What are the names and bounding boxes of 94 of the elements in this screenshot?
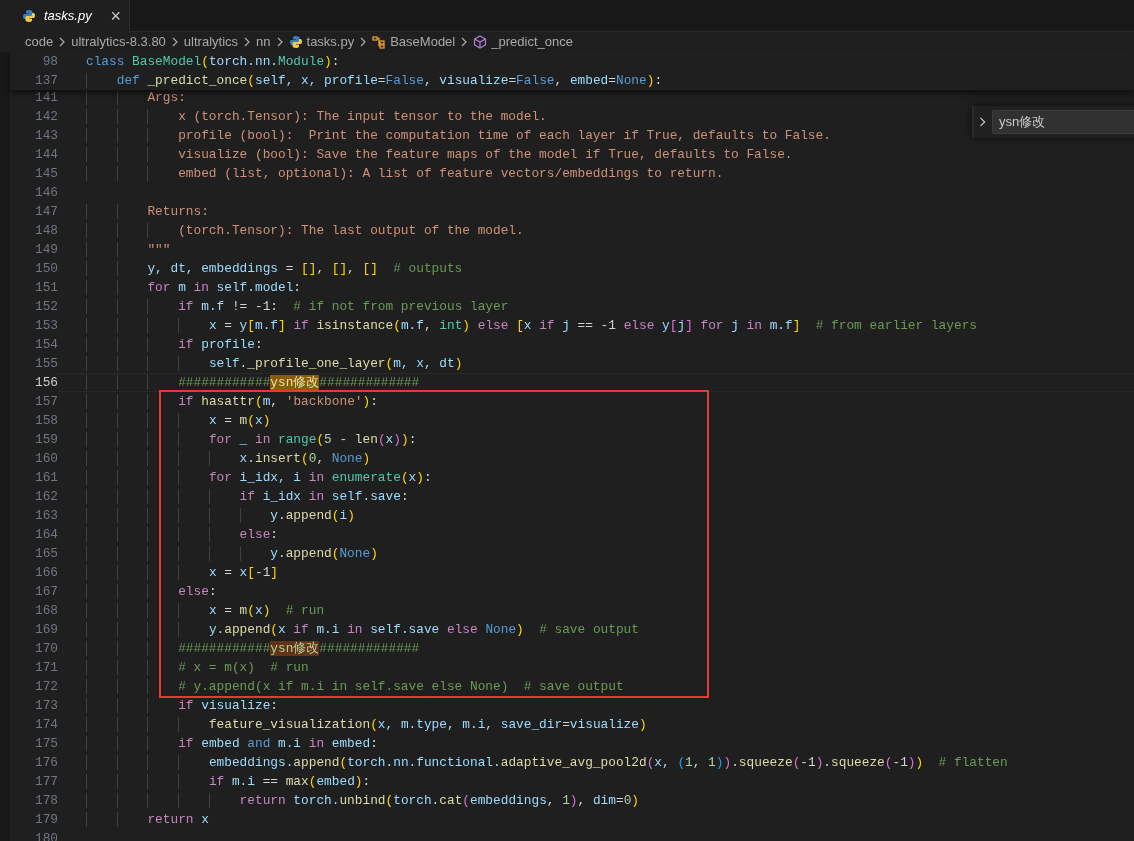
line-number: 153 xyxy=(33,317,58,335)
breadcrumb-item[interactable]: nn xyxy=(256,32,271,52)
code-line: y.append(None) xyxy=(86,546,378,561)
close-button[interactable]: × xyxy=(110,7,121,25)
line-number: 98 xyxy=(41,53,58,71)
line-number: 154 xyxy=(33,336,58,354)
line-number: 166 xyxy=(33,564,58,582)
line-number: 150 xyxy=(33,260,58,278)
code-line: embeddings.append(torch.nn.functional.adaptive_avg_pool2d(x, (1, 1)).squeeze(-1).squeeze(-1)) # flatten xyxy=(86,755,1008,770)
line-number: 162 xyxy=(33,488,58,506)
breadcrumb-item[interactable]: _predict_once xyxy=(491,32,573,52)
line-number: 170 xyxy=(33,640,58,658)
line-number: 179 xyxy=(33,811,58,829)
line-number: 172 xyxy=(33,678,58,696)
method-icon xyxy=(473,35,488,49)
line-number: 155 xyxy=(33,355,58,373)
breadcrumb-item[interactable]: code xyxy=(25,32,54,52)
code-line: return x xyxy=(86,812,209,827)
line-number: 158 xyxy=(33,412,58,430)
code-line: self._profile_one_layer(m, x, dt) xyxy=(86,356,463,371)
line-number: 177 xyxy=(33,773,58,791)
line-number: 149 xyxy=(33,241,58,259)
code-line: if m.i == max(embed): xyxy=(86,774,371,789)
line-number: 161 xyxy=(33,469,58,487)
code-line: class BaseModel(torch.nn.Module): xyxy=(86,54,340,69)
code-line: if i_idx in self.save: xyxy=(86,489,409,504)
code-line: (torch.Tensor): The last output of the model. xyxy=(86,223,524,238)
code-line: x = x[-1] xyxy=(86,565,278,580)
code-line: else: xyxy=(86,527,278,542)
python-icon xyxy=(22,9,36,23)
code-line: return torch.unbind(torch.cat(embeddings, 1), dim=0) xyxy=(86,793,639,808)
code-line: y.append(i) xyxy=(86,508,355,523)
code-line: profile (bool): Print the computation time of each layer if True, defaults to False. xyxy=(86,128,831,143)
code-line: visualize (bool): Save the feature maps of the model if True, defaults to False. xyxy=(86,147,793,162)
code-line: x = m(x) # run xyxy=(86,603,325,618)
code-line: x (torch.Tensor): The input tensor to the model. xyxy=(86,109,547,124)
code-line: y, dt, embeddings = [], [], [] # outputs xyxy=(86,261,463,276)
breadcrumb-item[interactable]: BaseModel xyxy=(390,32,456,52)
code-line: """ xyxy=(86,242,171,257)
line-number: 173 xyxy=(33,697,58,715)
code-line: feature_visualization(x, m.type, m.i, save_dir=visualize) xyxy=(86,717,647,732)
code-line: for i_idx, i in enumerate(x): xyxy=(86,470,432,485)
breadcrumb-item[interactable]: ultralytics xyxy=(183,32,239,52)
code-line: for _ in range(5 - len(x)): xyxy=(86,432,417,447)
code-line: embed (list, optional): A list of feature vectors/embeddings to return. xyxy=(86,166,724,181)
line-number: 151 xyxy=(33,279,58,297)
line-number: 152 xyxy=(33,298,58,316)
code-line: if hasattr(m, 'backbone'): xyxy=(86,394,378,409)
line-number: 142 xyxy=(33,108,58,126)
code-line: else: xyxy=(86,584,217,599)
line-number: 160 xyxy=(33,450,58,468)
line-number: 157 xyxy=(33,393,58,411)
code-line: # y.append(x if m.i in self.save else None) # save output xyxy=(86,679,624,694)
code-line: def _predict_once(self, x, profile=False, visualize=False, embed=None): xyxy=(86,73,663,88)
line-number: 175 xyxy=(33,735,58,753)
code-line: for m in self.model: xyxy=(86,280,302,295)
code-line: Returns: xyxy=(86,204,209,219)
python-icon xyxy=(288,35,303,49)
code-line: Args: xyxy=(86,90,186,105)
find-field[interactable]: ysn修改 xyxy=(992,110,1134,134)
line-number: 168 xyxy=(33,602,58,620)
line-number: 145 xyxy=(33,165,58,183)
code-line: x = m(x) xyxy=(86,413,271,428)
code-line: if m.f != -1: # if not from previous layer xyxy=(86,299,509,314)
line-number: 159 xyxy=(33,431,58,449)
line-number: 171 xyxy=(33,659,58,677)
line-number: 141 xyxy=(33,89,58,107)
code-line: y.append(x if m.i in self.save else None) # save output xyxy=(86,622,639,637)
line-number: 137 xyxy=(33,72,58,90)
line-number: 169 xyxy=(33,621,58,639)
line-number: 176 xyxy=(33,754,58,772)
code-line: if profile: xyxy=(86,337,263,352)
code-line: x = y[m.f] if isinstance(m.f, int) else [x if j == -1 else y[j] for j in m.f] # from earlier layers xyxy=(86,318,977,333)
code-line: ############ysn修改############# xyxy=(86,641,420,656)
code-line: if embed and m.i in embed: xyxy=(86,736,378,751)
line-number: 165 xyxy=(33,545,58,563)
breadcrumb-item[interactable]: tasks.py xyxy=(306,32,355,52)
editor-tab[interactable]: tasks.py × xyxy=(0,0,130,32)
line-number: 174 xyxy=(33,716,58,734)
line-number: 164 xyxy=(33,526,58,544)
code-line: x.insert(0, None) xyxy=(86,451,371,466)
line-number: 163 xyxy=(33,507,58,525)
line-number: 147 xyxy=(33,203,58,221)
line-number: 148 xyxy=(33,222,58,240)
line-number: 178 xyxy=(33,792,58,810)
line-number: 156 xyxy=(33,374,58,392)
line-number: 167 xyxy=(33,583,58,601)
code-line: # x = m(x) # run xyxy=(86,660,309,675)
line-number: 144 xyxy=(33,146,58,164)
code-line: if visualize: xyxy=(86,698,278,713)
class-icon xyxy=(372,35,387,49)
breadcrumb-item[interactable]: ultralytics-8.3.80 xyxy=(71,32,166,52)
line-number: 143 xyxy=(33,127,58,145)
line-number: 146 xyxy=(33,184,58,202)
